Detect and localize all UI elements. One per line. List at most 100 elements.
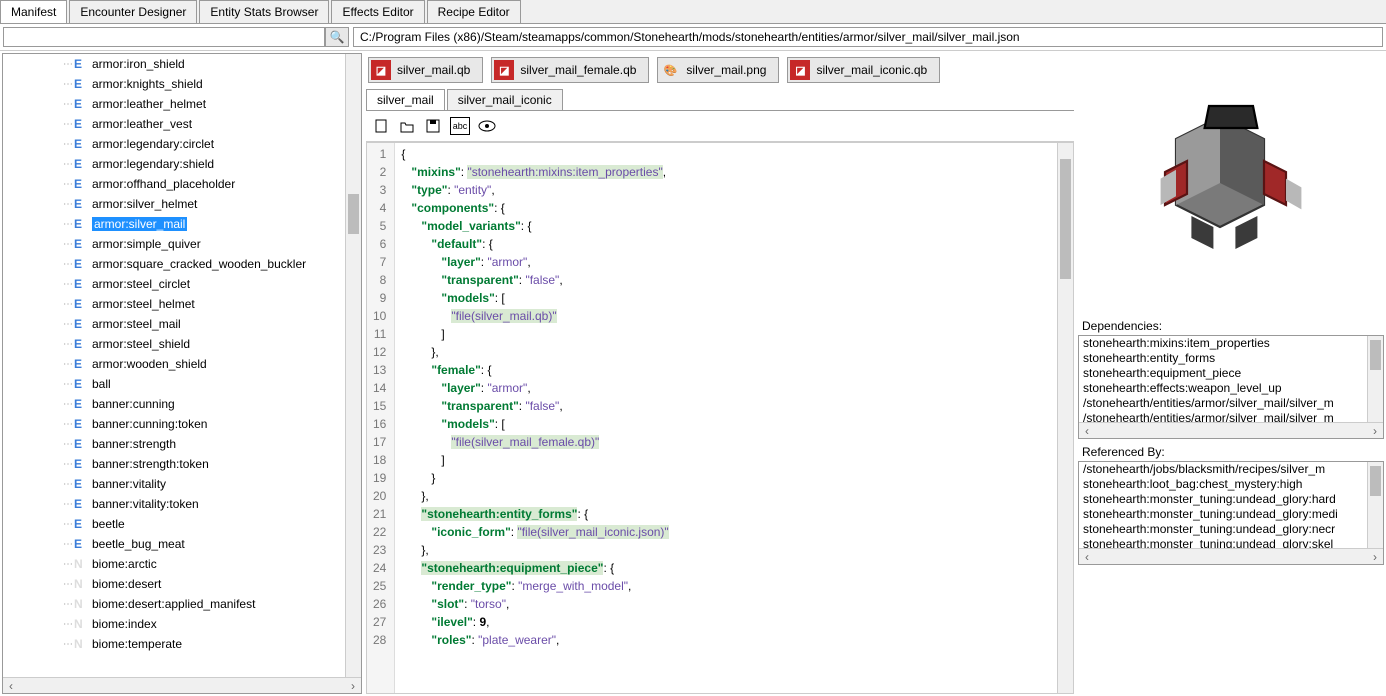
ref-horizontal-scrollbar[interactable]: ‹ › [1079,548,1383,564]
scroll-right-icon[interactable]: › [345,678,361,693]
file-button[interactable]: ◪silver_mail_iconic.qb [787,57,940,83]
tree-item[interactable]: ⋯Earmor:steel_shield [3,334,345,354]
file-button-label: silver_mail_female.qb [520,63,636,77]
file-button[interactable]: 🎨 silver_mail.png [657,57,779,83]
entity-type-icon: N [74,557,88,571]
tree-item[interactable]: ⋯Ebanner:cunning [3,394,345,414]
file-button-label: silver_mail_iconic.qb [816,63,927,77]
model-preview[interactable] [1078,53,1384,313]
tree-horizontal-scrollbar[interactable]: ‹ › [3,677,361,693]
list-item[interactable]: stonehearth:entity_forms [1079,351,1383,366]
tree-item[interactable]: ⋯Nbiome:arctic [3,554,345,574]
list-item[interactable]: stonehearth:monster_tuning:undead_glory:… [1079,522,1383,537]
tree-item[interactable]: ⋯Ebanner:strength [3,434,345,454]
scroll-left-icon[interactable]: ‹ [1079,549,1095,564]
list-item[interactable]: stonehearth:monster_tuning:undead_glory:… [1079,492,1383,507]
tree-item-label: armor:silver_helmet [92,197,197,211]
tree-item-label: banner:cunning [92,397,175,411]
file-button-bar: ◪silver_mail.qb ◪silver_mail_female.qb 🎨 si… [366,53,1074,87]
tree-item[interactable]: ⋯Earmor:leather_vest [3,114,345,134]
tree-item[interactable]: ⋯Earmor:silver_mail [3,214,345,234]
main-tab-effects-editor[interactable]: Effects Editor [331,0,424,23]
new-file-icon[interactable] [372,117,390,135]
referenced-by-list[interactable]: /stonehearth/jobs/blacksmith/recipes/sil… [1078,461,1384,565]
tree-item[interactable]: ⋯Earmor:offhand_placeholder [3,174,345,194]
tree-item[interactable]: ⋯Earmor:silver_helmet [3,194,345,214]
tree-item[interactable]: ⋯Earmor:steel_helmet [3,294,345,314]
scroll-right-icon[interactable]: › [1367,549,1383,564]
tree-item-label: armor:steel_helmet [92,297,195,311]
tree-item-label: armor:steel_shield [92,337,190,351]
tree-item[interactable]: ⋯Ebanner:strength:token [3,454,345,474]
main-tab-manifest[interactable]: Manifest [0,0,67,23]
entity-type-icon: E [74,97,88,111]
path-bar[interactable]: C:/Program Files (x86)/Steam/steamapps/c… [353,27,1383,47]
tree-item[interactable]: ⋯Nbiome:temperate [3,634,345,654]
code-vertical-scrollbar[interactable] [1057,143,1073,693]
file-button[interactable]: ◪silver_mail.qb [368,57,483,83]
tree-item[interactable]: ⋯Ebanner:vitality:token [3,494,345,514]
tree-item[interactable]: ⋯Earmor:steel_circlet [3,274,345,294]
list-item[interactable]: /stonehearth/entities/armor/silver_mail/… [1079,396,1383,411]
tree-item-label: banner:vitality [92,477,166,491]
dep-vertical-scrollbar[interactable] [1367,336,1383,422]
dep-horizontal-scrollbar[interactable]: ‹ › [1079,422,1383,438]
dependencies-panel: Dependencies: stonehearth:mixins:item_pr… [1078,317,1384,439]
tree-item-label: biome:desert [92,577,161,591]
preview-icon[interactable] [478,117,496,135]
scroll-left-icon[interactable]: ‹ [3,678,19,693]
main-tab-entity-stats-browser[interactable]: Entity Stats Browser [199,0,329,23]
editor-tab[interactable]: silver_mail_iconic [447,89,563,110]
main-tab-recipe-editor[interactable]: Recipe Editor [427,0,521,23]
list-item[interactable]: stonehearth:equipment_piece [1079,366,1383,381]
entity-type-icon: E [74,497,88,511]
tree-item[interactable]: ⋯Earmor:wooden_shield [3,354,345,374]
tree-panel: ⋯Earmor:iron_shield⋯Earmor:knights_shiel… [2,53,362,694]
tree-item[interactable]: ⋯Earmor:legendary:shield [3,154,345,174]
entity-type-icon: E [74,177,88,191]
list-item[interactable]: stonehearth:monster_tuning:undead_glory:… [1079,507,1383,522]
tree-item[interactable]: ⋯Ebeetle_bug_meat [3,534,345,554]
editor-tab[interactable]: silver_mail [366,89,445,110]
tree-item[interactable]: ⋯Earmor:square_cracked_wooden_buckler [3,254,345,274]
main-tab-encounter-designer[interactable]: Encounter Designer [69,0,197,23]
tree-item-label: banner:vitality:token [92,497,199,511]
tree-vertical-scrollbar[interactable] [345,54,361,677]
tree-item[interactable]: ⋯Earmor:steel_mail [3,314,345,334]
dependencies-title: Dependencies: [1078,317,1384,335]
save-file-icon[interactable] [424,117,442,135]
tree-item[interactable]: ⋯Eball [3,374,345,394]
file-button-label: silver_mail.qb [397,63,470,77]
tree-item-label: armor:leather_vest [92,117,192,131]
ref-vertical-scrollbar[interactable] [1367,462,1383,548]
scroll-left-icon[interactable]: ‹ [1079,423,1095,438]
tree-item[interactable]: ⋯Nbiome:index [3,614,345,634]
tree-item[interactable]: ⋯Earmor:legendary:circlet [3,134,345,154]
tree-item[interactable]: ⋯Nbiome:desert:applied_manifest [3,594,345,614]
open-file-icon[interactable] [398,117,416,135]
list-item[interactable]: stonehearth:loot_bag:chest_mystery:high [1079,477,1383,492]
tree-item[interactable]: ⋯Earmor:leather_helmet [3,94,345,114]
entity-type-icon: E [74,257,88,271]
code-editor[interactable]: 1234567891011121314151617181920212223242… [366,142,1074,694]
tree-item[interactable]: ⋯Ebanner:cunning:token [3,414,345,434]
tree-item[interactable]: ⋯Earmor:iron_shield [3,54,345,74]
search-button[interactable]: 🔍 [325,27,349,47]
image-file-icon: 🎨 [660,60,680,80]
file-button-label: silver_mail.png [686,63,766,77]
list-item[interactable]: /stonehearth/jobs/blacksmith/recipes/sil… [1079,462,1383,477]
scroll-right-icon[interactable]: › [1367,423,1383,438]
entity-type-icon: E [74,517,88,531]
dependencies-list[interactable]: stonehearth:mixins:item_propertiesstoneh… [1078,335,1384,439]
tree-item[interactable]: ⋯Ebeetle [3,514,345,534]
file-button[interactable]: ◪silver_mail_female.qb [491,57,649,83]
tree-item[interactable]: ⋯Nbiome:desert [3,574,345,594]
tree-item[interactable]: ⋯Earmor:simple_quiver [3,234,345,254]
tree-item[interactable]: ⋯Ebanner:vitality [3,474,345,494]
tree-item[interactable]: ⋯Earmor:knights_shield [3,74,345,94]
list-item[interactable]: stonehearth:effects:weapon_level_up [1079,381,1383,396]
localize-icon[interactable]: abc [450,117,470,135]
entity-type-icon: E [74,117,88,131]
list-item[interactable]: stonehearth:mixins:item_properties [1079,336,1383,351]
search-input[interactable] [3,27,325,47]
